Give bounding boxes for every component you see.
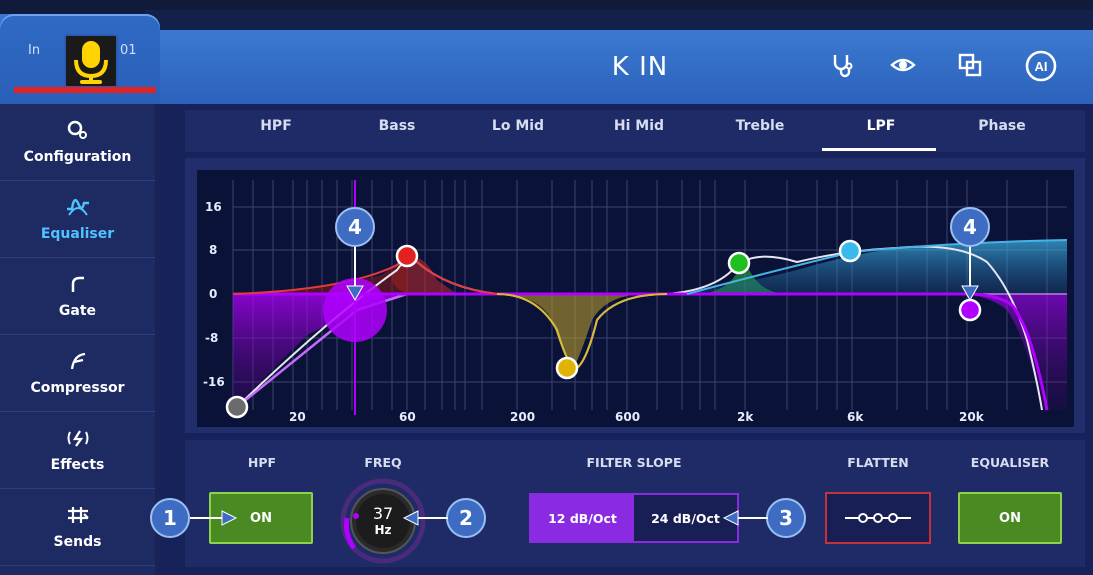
callout-4-right: 4 [950, 207, 990, 247]
tab-hi-mid[interactable]: Hi Mid [584, 118, 694, 134]
x-tick-20: 20 [289, 410, 306, 424]
sidebar-item-label: Gate [58, 302, 97, 319]
sidebar-item-equaliser[interactable]: Equaliser [0, 181, 155, 258]
callout-1: 1 [150, 498, 190, 538]
filter-slope-label: FILTER SLOPE [586, 455, 682, 470]
eq-graph[interactable]: 16 8 0 -8 -16 20 60 200 600 2k 6k 20k 4 … [197, 170, 1074, 427]
sidebar-item-configuration[interactable]: Configuration [0, 104, 155, 181]
callout-2: 2 [446, 498, 486, 538]
x-tick-20k: 20k [959, 410, 984, 424]
input-label: In [28, 43, 41, 58]
callout-1-arrow [190, 510, 238, 526]
hpf-low-node[interactable] [225, 395, 249, 419]
flatten-label: FLATTEN [847, 455, 909, 470]
slope-12db-option[interactable]: 12 dB/Oct [531, 495, 634, 541]
y-tick-minus-16: -16 [203, 375, 225, 389]
equaliser-icon [66, 197, 90, 222]
channel-title: K IN [611, 52, 669, 82]
app-window: In 01 K IN AI Configuration Equaliser Ga… [0, 0, 1093, 575]
tab-phase[interactable]: Phase [947, 118, 1057, 134]
equaliser-label: EQUALISER [970, 455, 1050, 470]
tab-lo-mid[interactable]: Lo Mid [463, 118, 573, 134]
x-tick-600: 600 [615, 410, 641, 424]
equaliser-on-button[interactable]: ON [958, 492, 1062, 544]
flatten-button[interactable] [825, 492, 931, 544]
lpf-node[interactable] [958, 298, 982, 322]
svg-text:AI: AI [1035, 59, 1048, 74]
channel-tab[interactable]: In 01 [0, 14, 160, 104]
bass-node[interactable] [395, 244, 419, 268]
effects-icon [65, 428, 91, 453]
eye-icon[interactable] [888, 50, 918, 80]
tab-bass[interactable]: Bass [342, 118, 452, 134]
active-tab-indicator [822, 148, 936, 151]
hpf-label: HPF [247, 455, 277, 470]
sidebar-item-effects[interactable]: Effects [0, 412, 155, 489]
sidebar-item-label: Equaliser [40, 225, 115, 242]
callout-4-left: 4 [335, 207, 375, 247]
sidebar: Configuration Equaliser Gate Compressor … [0, 104, 155, 575]
flatten-icon [845, 513, 911, 523]
sidebar-item-label: Compressor [30, 379, 125, 396]
channel-number: 01 [120, 43, 137, 58]
x-tick-6k: 6k [847, 410, 864, 424]
callout-2-arrow [402, 510, 448, 526]
tab-hpf[interactable]: HPF [221, 118, 331, 134]
y-tick-8: 8 [209, 243, 218, 257]
hi-mid-node[interactable] [727, 251, 751, 275]
freq-label: FREQ [364, 455, 402, 470]
tab-lpf[interactable]: LPF [826, 118, 936, 134]
lo-mid-node[interactable] [555, 356, 579, 380]
y-tick-0: 0 [209, 287, 218, 301]
callout-3: 3 [766, 498, 806, 538]
sidebar-item-label: Sends [53, 533, 102, 550]
sidebar-item-sends[interactable]: Sends [0, 489, 155, 566]
x-tick-200: 200 [510, 410, 536, 424]
gate-icon [68, 274, 88, 299]
sidebar-item-label: Configuration [23, 148, 132, 165]
sends-icon [66, 505, 90, 530]
header-bar: In 01 K IN AI [0, 0, 1093, 104]
sidebar-item-gate[interactable]: Gate [0, 258, 155, 335]
y-tick-minus-8: -8 [205, 331, 219, 345]
sidebar-item-label: Effects [50, 456, 105, 473]
x-tick-60: 60 [399, 410, 416, 424]
stethoscope-icon[interactable] [827, 50, 857, 80]
y-tick-16: 16 [205, 200, 222, 214]
treble-node[interactable] [838, 239, 862, 263]
callout-3-arrow [722, 510, 768, 526]
sidebar-item-compressor[interactable]: Compressor [0, 335, 155, 412]
copy-icon[interactable] [955, 50, 985, 80]
compressor-icon [68, 351, 88, 376]
ai-icon[interactable]: AI [1024, 49, 1058, 83]
tab-treble[interactable]: Treble [705, 118, 815, 134]
filter-slope-selector: 12 dB/Oct 24 dB/Oct [529, 493, 739, 543]
channel-color-bar [14, 87, 156, 93]
microphone-icon[interactable] [64, 34, 118, 88]
x-tick-2k: 2k [737, 410, 754, 424]
configuration-icon [67, 120, 89, 145]
